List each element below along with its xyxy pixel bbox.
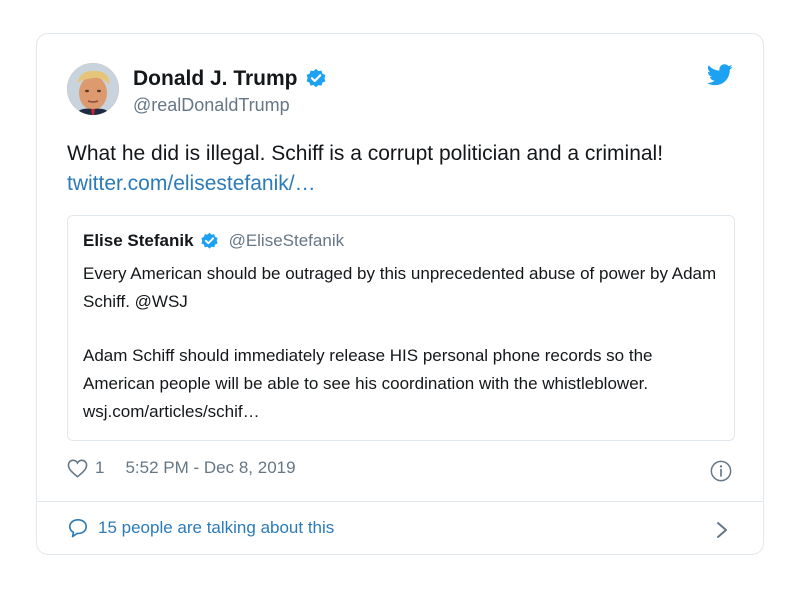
chevron-right-icon[interactable] — [715, 520, 729, 540]
talking-about-link[interactable]: 15 people are talking about this — [67, 518, 334, 538]
comment-bubble-icon — [69, 519, 87, 538]
heart-icon[interactable] — [67, 459, 88, 478]
verified-badge-icon — [306, 68, 325, 88]
author-handle[interactable]: @realDonaldTrump — [133, 95, 290, 116]
verified-badge-icon — [200, 232, 218, 249]
twitter-bird-icon[interactable] — [707, 64, 733, 86]
tweet-link[interactable]: twitter.com/elisestefanik/… — [67, 169, 747, 199]
quoted-paragraph: Every American should be outraged by thi… — [83, 264, 717, 311]
quoted-paragraph: Adam Schiff should immediately release H… — [83, 346, 653, 421]
quoted-tweet-header: Elise Stefanik @EliseStefanik — [83, 231, 344, 251]
info-icon[interactable] — [710, 460, 732, 482]
like-count[interactable]: 1 — [95, 458, 104, 478]
tweet-body: What he did is illegal. Schiff is a corr… — [67, 142, 664, 165]
timestamp[interactable]: 5:52 PM - Dec 8, 2019 — [125, 458, 295, 478]
divider — [37, 501, 763, 502]
quoted-author-handle[interactable]: @EliseStefanik — [229, 231, 345, 251]
tweet-meta: 1 5:52 PM - Dec 8, 2019 — [67, 458, 296, 478]
avatar[interactable] — [67, 63, 119, 115]
tweet-text: What he did is illegal. Schiff is a corr… — [67, 139, 747, 199]
quoted-tweet[interactable]: Elise Stefanik @EliseStefanik Every Amer… — [67, 215, 735, 441]
quoted-author-name[interactable]: Elise Stefanik — [83, 231, 194, 251]
author-name-row[interactable]: Donald J. Trump — [133, 67, 327, 91]
talking-text[interactable]: 15 people are talking about this — [98, 518, 334, 538]
tweet-card[interactable]: Donald J. Trump @realDonaldTrump What he… — [36, 33, 764, 555]
quoted-tweet-body: Every American should be outraged by thi… — [83, 260, 728, 426]
author-name[interactable]: Donald J. Trump — [133, 67, 298, 91]
